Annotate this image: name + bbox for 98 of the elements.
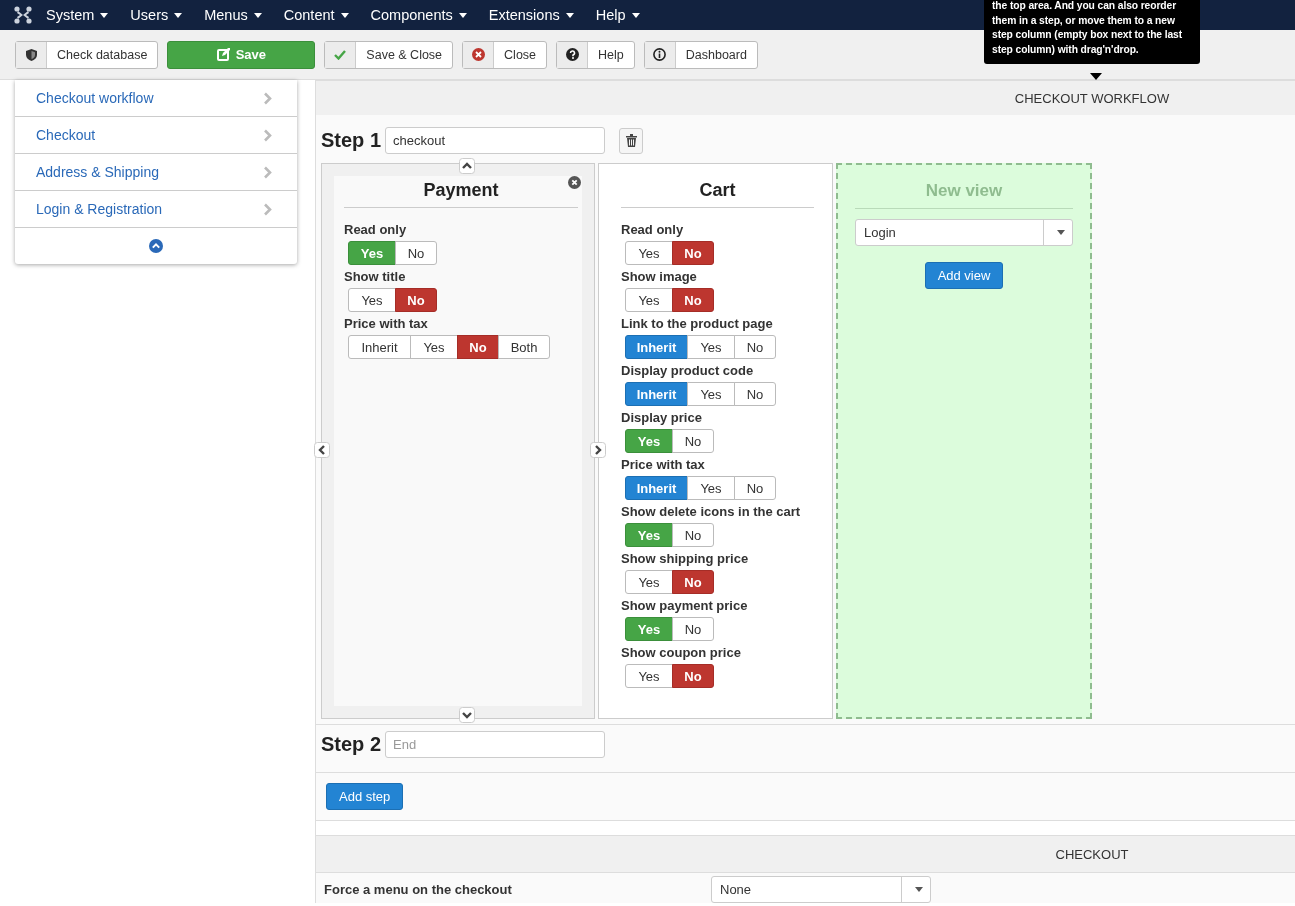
option-label: Show image bbox=[621, 269, 698, 284]
check-icon bbox=[334, 49, 347, 60]
info-icon bbox=[653, 48, 667, 61]
menu-item[interactable]: Components bbox=[370, 7, 479, 23]
step-name-field[interactable]: checkout bbox=[385, 127, 606, 154]
caret-icon bbox=[253, 12, 262, 18]
option-label: Show payment price bbox=[621, 598, 749, 613]
toggle-option[interactable]: No bbox=[672, 288, 714, 312]
toggle-option[interactable]: Inherit bbox=[625, 476, 688, 500]
chevron-down-icon[interactable] bbox=[459, 707, 475, 723]
toggle-option[interactable]: No bbox=[672, 241, 714, 265]
toggle-option[interactable]: Yes bbox=[687, 335, 735, 359]
chevron-right-icon bbox=[263, 128, 272, 142]
menu-item[interactable]: System bbox=[46, 7, 121, 23]
caret-icon bbox=[458, 12, 467, 18]
option-label: Price with tax bbox=[621, 457, 706, 472]
select-field[interactable]: Login bbox=[855, 219, 1073, 246]
tooltip: the top area. And you can also reorder them in a step, or move them to a new step column (empty box next to the last step column) with drag'n'drop. bbox=[984, 0, 1200, 65]
caret-icon bbox=[340, 12, 349, 18]
option-label: Show title bbox=[344, 269, 407, 284]
chevron-right-icon bbox=[263, 202, 272, 216]
sidebar-item[interactable]: Address & Shipping bbox=[15, 154, 297, 191]
option-label: Show shipping price bbox=[621, 551, 750, 566]
chevron-up-icon[interactable] bbox=[459, 158, 475, 174]
option-label: Display product code bbox=[621, 363, 755, 378]
toolbar-button[interactable]: Close bbox=[462, 40, 548, 69]
toggle-option[interactable]: Yes bbox=[687, 382, 735, 406]
toolbar-button[interactable]: Help bbox=[556, 40, 635, 69]
edit-icon bbox=[216, 48, 230, 61]
sidebar-item[interactable]: Login & Registration bbox=[15, 191, 297, 228]
step-label: Step 1 bbox=[321, 129, 382, 152]
toolbar-button[interactable]: Check database bbox=[15, 40, 159, 69]
caret-icon bbox=[100, 12, 109, 18]
option-label: Read only bbox=[344, 222, 408, 237]
close-icon bbox=[471, 48, 485, 61]
toggle-option[interactable]: Yes bbox=[625, 570, 673, 594]
menu-item[interactable]: Extensions bbox=[488, 7, 586, 23]
toggle-option[interactable]: Yes bbox=[410, 335, 458, 359]
toggle-option[interactable]: No bbox=[672, 617, 714, 641]
toggle-option[interactable]: No bbox=[395, 241, 437, 265]
toggle-option[interactable]: No bbox=[734, 476, 776, 500]
collapse-icon[interactable] bbox=[149, 239, 163, 253]
menu-item[interactable]: Content bbox=[283, 7, 361, 23]
toggle-option[interactable]: No bbox=[672, 664, 714, 688]
toggle-option[interactable]: Inherit bbox=[625, 382, 688, 406]
toggle-option[interactable]: No bbox=[734, 335, 776, 359]
chevron-right-icon[interactable] bbox=[590, 442, 606, 458]
view-title: Cart bbox=[621, 176, 814, 208]
logo-icon[interactable] bbox=[14, 6, 32, 24]
add-view-button[interactable]: Add view bbox=[924, 262, 1004, 289]
tooltip-arrow bbox=[1090, 73, 1102, 80]
toggle-option[interactable]: No bbox=[395, 288, 437, 312]
menu-item[interactable]: Help bbox=[595, 7, 652, 23]
view-title: New view bbox=[855, 177, 1073, 209]
caret-icon bbox=[1057, 230, 1065, 235]
caret-icon bbox=[174, 12, 183, 18]
sidebar-item[interactable]: Checkout bbox=[15, 117, 297, 154]
toggle-option[interactable]: Yes bbox=[625, 288, 673, 312]
chevron-right-icon bbox=[263, 165, 272, 179]
toggle-option[interactable]: Yes bbox=[687, 476, 735, 500]
toggle-option[interactable]: Inherit bbox=[625, 335, 688, 359]
caret-icon bbox=[565, 12, 574, 18]
caret-icon bbox=[915, 887, 923, 892]
caret-icon bbox=[631, 12, 640, 18]
select-field[interactable]: None bbox=[711, 876, 931, 903]
sidebar-item[interactable]: Checkout workflow bbox=[15, 80, 297, 117]
help-icon bbox=[565, 48, 579, 61]
toggle-option[interactable]: Yes bbox=[348, 288, 396, 312]
option-label: Read only bbox=[621, 222, 685, 237]
toggle-option[interactable]: No bbox=[672, 429, 714, 453]
toggle-option[interactable]: No bbox=[672, 523, 714, 547]
toolbar-button[interactable]: Dashboard bbox=[643, 40, 758, 69]
section-header: CHECKOUT bbox=[316, 836, 1295, 873]
chevron-left-icon[interactable] bbox=[314, 442, 330, 458]
toolbar-button[interactable]: Save & Close bbox=[324, 40, 454, 69]
toggle-option[interactable]: No bbox=[734, 382, 776, 406]
option-label: Link to the product page bbox=[621, 316, 774, 331]
trash-icon[interactable] bbox=[619, 127, 644, 154]
toggle-option[interactable]: Inherit bbox=[348, 335, 411, 359]
menu-item[interactable]: Menus bbox=[204, 7, 274, 23]
field-label: Force a menu on the checkout bbox=[324, 882, 513, 897]
shield-icon bbox=[25, 48, 37, 61]
step-label: Step 2 bbox=[321, 733, 382, 756]
close-icon[interactable] bbox=[568, 176, 581, 189]
option-label: Show coupon price bbox=[621, 645, 742, 660]
toggle-option[interactable]: No bbox=[672, 570, 714, 594]
chevron-right-icon bbox=[263, 91, 272, 105]
toggle-option[interactable]: Yes bbox=[625, 664, 673, 688]
section-header: CHECKOUT WORKFLOW bbox=[316, 80, 1295, 115]
option-label: Price with tax bbox=[344, 316, 429, 331]
toggle-option[interactable]: Yes bbox=[625, 241, 673, 265]
option-label: Show delete icons in the cart bbox=[621, 504, 802, 519]
menu-item[interactable]: Users bbox=[130, 7, 195, 23]
add-step-button[interactable]: Add step bbox=[326, 783, 404, 810]
toggle-option[interactable]: Both bbox=[498, 335, 550, 359]
option-label: Display price bbox=[621, 410, 703, 425]
toggle-option[interactable]: No bbox=[457, 335, 499, 359]
step-name-field[interactable]: End bbox=[385, 731, 606, 758]
